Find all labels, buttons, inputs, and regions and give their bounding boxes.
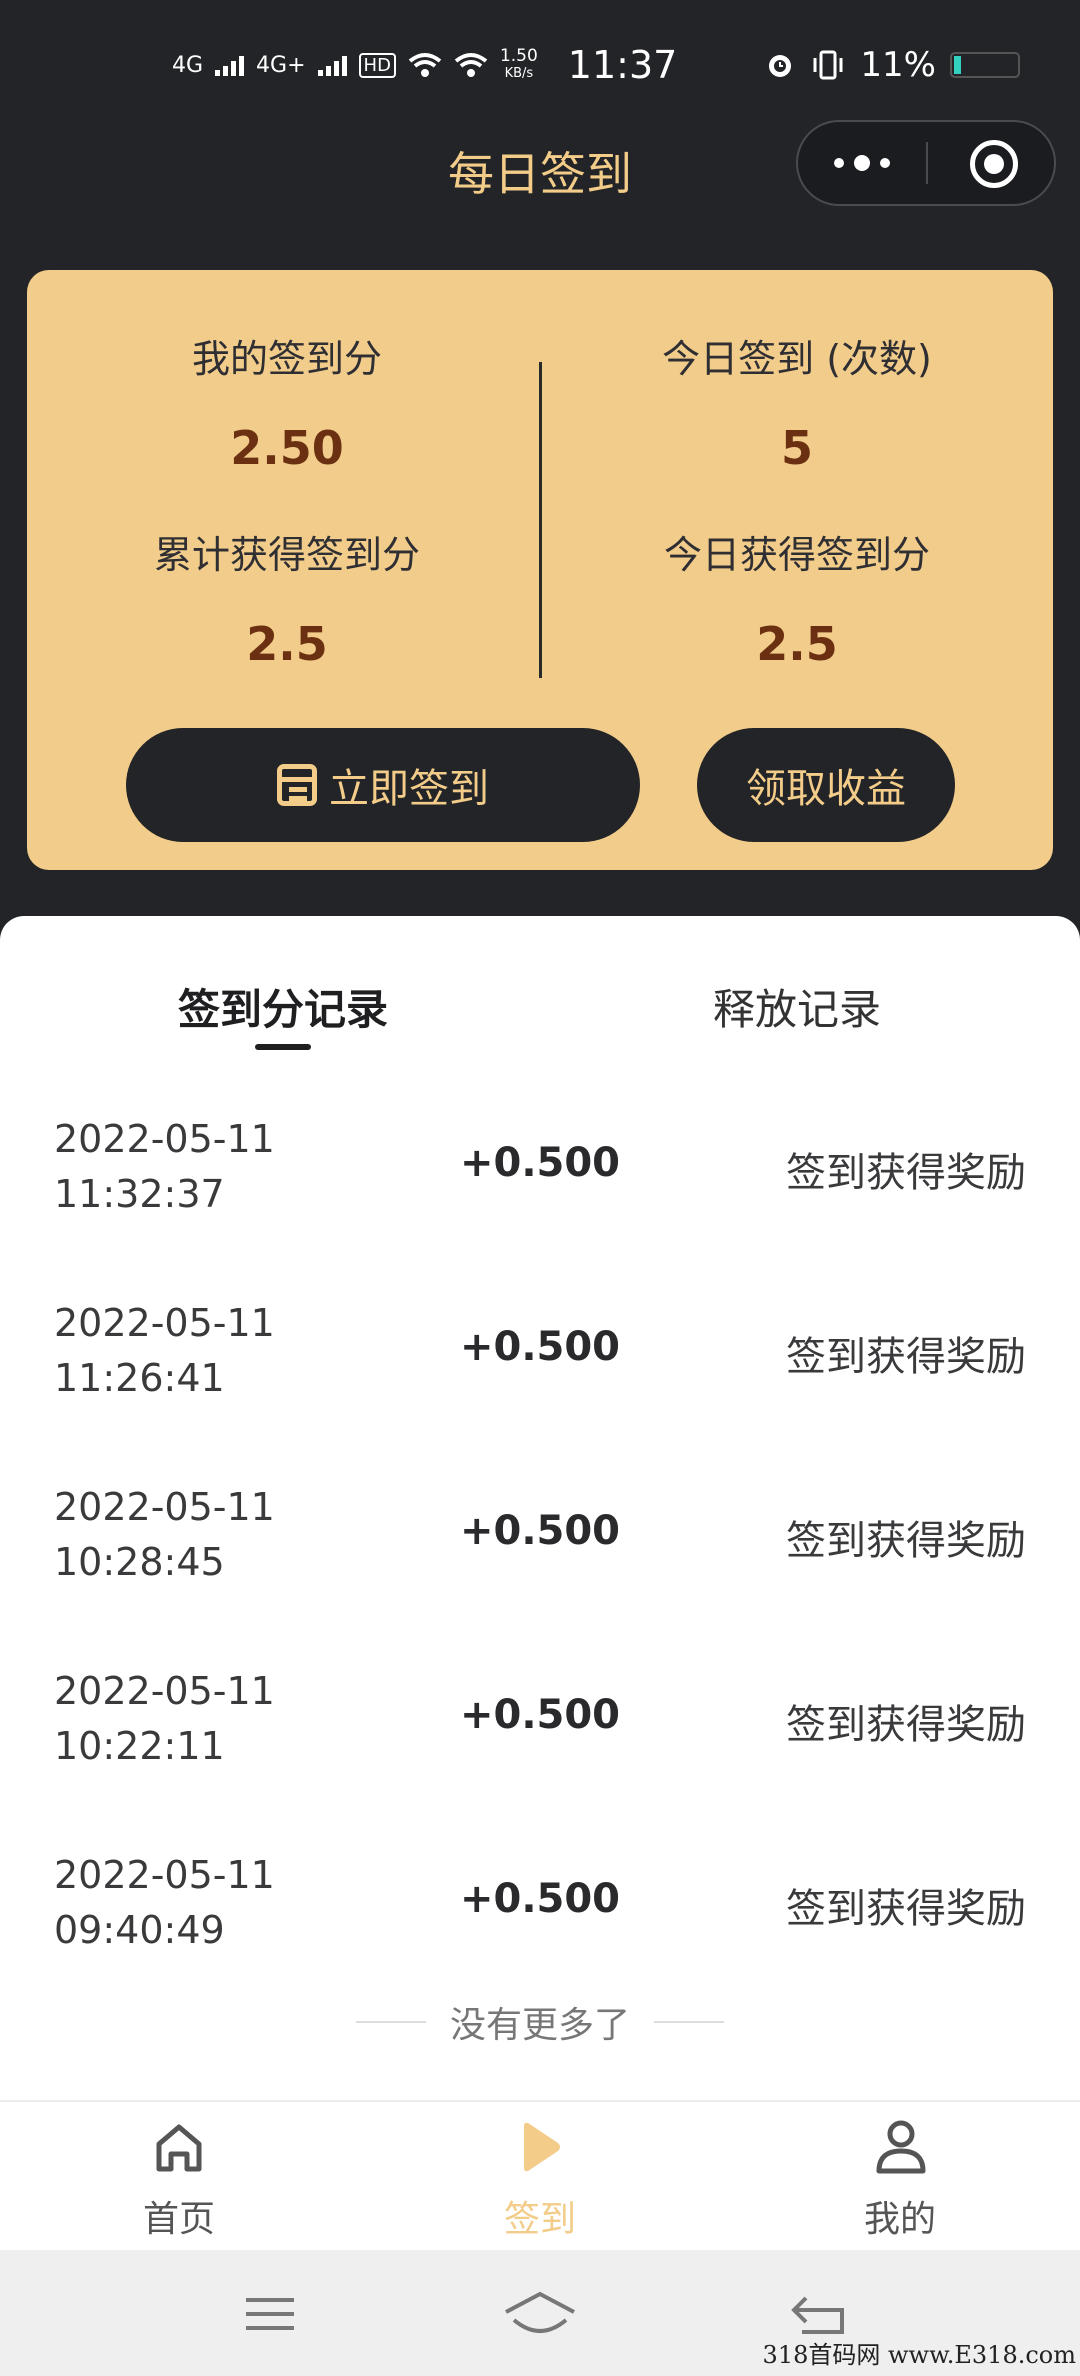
points-summary-card: 我的签到分 2.50 今日签到 (次数) 5 累计获得签到分 2.5 今日获得签… [27, 270, 1053, 870]
status-bar-right: 11% [764, 40, 1020, 90]
my-points-stat: 我的签到分 2.50 [57, 328, 517, 475]
footer-line-left [355, 2021, 426, 2023]
card-divider [539, 362, 542, 678]
tabbar-mine[interactable]: 我的 [800, 2102, 1000, 2252]
claim-earnings-button[interactable]: 领取收益 [697, 728, 955, 842]
tabbar-mine-label: 我的 [863, 2199, 936, 2240]
sign-in-button[interactable]: 立即签到 [126, 728, 640, 842]
record-row: 2022-05-11 09:40:49 +0.500 签到获得奖励 [0, 1848, 1080, 1968]
tab-sign-records[interactable]: 签到分记录 [178, 976, 388, 1037]
record-description: 签到获得奖励 [786, 1334, 1026, 1380]
today-count-value: 5 [780, 421, 813, 475]
menu-icon[interactable] [230, 2286, 310, 2342]
status-bar-left: 4G 4G+ HD 1.50 KB/s 11:37 [172, 40, 677, 90]
wifi-2-icon [454, 53, 488, 77]
record-row: 2022-05-11 10:22:11 +0.500 签到获得奖励 [0, 1664, 1080, 1784]
record-row: 2022-05-11 11:32:37 +0.500 签到获得奖励 [0, 1112, 1080, 1232]
my-points-label: 我的签到分 [191, 337, 382, 381]
network-2-label: 4G+ [256, 52, 306, 78]
bottom-tab-bar: 首页 签到 我的 [0, 2100, 1080, 2250]
wifi-icon [408, 53, 442, 77]
capsule-divider [926, 142, 928, 184]
record-description: 签到获得奖励 [786, 1702, 1026, 1748]
today-earned-label: 今日获得签到分 [663, 533, 930, 577]
tabbar-sign-label: 签到 [503, 2199, 576, 2240]
net-speed: 1.50 KB/s [500, 48, 538, 82]
record-row: 2022-05-11 10:28:45 +0.500 签到获得奖励 [0, 1480, 1080, 1600]
record-row: 2022-05-11 11:26:41 +0.500 签到获得奖励 [0, 1296, 1080, 1416]
back-icon[interactable] [780, 2286, 860, 2342]
battery-percent: 11% [860, 45, 936, 85]
record-description: 签到获得奖励 [786, 1886, 1026, 1932]
my-points-value: 2.50 [230, 421, 344, 475]
hd-label: HD [358, 52, 396, 78]
calendar-icon [277, 764, 317, 806]
user-icon [876, 2120, 926, 2174]
today-earned-value: 2.5 [756, 617, 838, 671]
sign-in-button-label: 立即签到 [329, 766, 489, 812]
net-speed-unit: KB/s [504, 66, 534, 81]
home-nav-icon[interactable] [500, 2286, 580, 2342]
active-tab-indicator [255, 1044, 311, 1050]
footer-line-right [654, 2021, 724, 2023]
record-description: 签到获得奖励 [786, 1518, 1026, 1564]
no-more-label: 没有更多了 [449, 2005, 630, 2046]
clock: 11:37 [567, 43, 678, 87]
signal-1-icon [215, 54, 245, 76]
tabbar-sign[interactable]: 签到 [440, 2102, 640, 2252]
more-menu-icon[interactable] [798, 122, 926, 204]
tabbar-home[interactable]: 首页 [79, 2102, 279, 2252]
no-more-footer: 没有更多了 [0, 2000, 1080, 2046]
today-count-label: 今日签到 (次数) [662, 337, 932, 381]
network-1-label: 4G [172, 52, 204, 78]
watermark: 318首码网 www.E318.com [762, 2341, 1076, 2369]
today-count-stat: 今日签到 (次数) 5 [567, 328, 1027, 475]
tabbar-home-label: 首页 [142, 2199, 215, 2240]
signal-2-icon [317, 54, 347, 76]
vibrate-icon [813, 50, 843, 80]
alarm-icon [769, 55, 792, 77]
battery-icon [950, 52, 1020, 78]
system-nav-bar: 318首码网 www.E318.com [0, 2250, 1080, 2376]
total-earned-label: 累计获得签到分 [153, 533, 420, 577]
close-target-icon[interactable] [970, 140, 1018, 188]
net-speed-value: 1.50 [499, 46, 538, 66]
total-earned-stat: 累计获得签到分 2.5 [57, 524, 517, 671]
status-bar: 4G 4G+ HD 1.50 KB/s 11:37 11% [0, 40, 1080, 90]
home-icon [156, 2124, 202, 2172]
today-earned-stat: 今日获得签到分 2.5 [567, 524, 1027, 671]
claim-earnings-button-label: 领取收益 [746, 766, 906, 812]
record-description: 签到获得奖励 [786, 1150, 1026, 1196]
play-icon [524, 2122, 560, 2172]
miniprogram-capsule [796, 120, 1056, 206]
total-earned-value: 2.5 [246, 617, 328, 671]
tab-release-records[interactable]: 释放记录 [713, 976, 881, 1037]
